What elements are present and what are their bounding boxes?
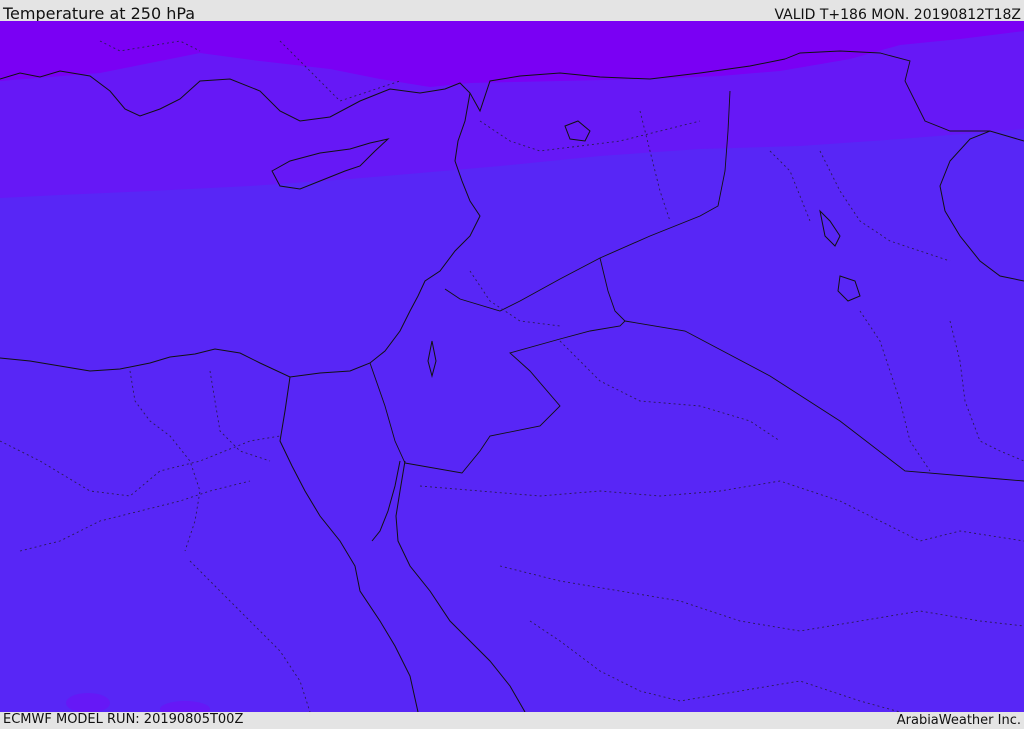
model-run-label: ECMWF MODEL RUN: 20190805T00Z [3, 712, 244, 727]
temperature-map[interactable] [0, 21, 1024, 712]
header-bar: Temperature at 250 hPa VALID T+186 MON. … [0, 0, 1024, 23]
credit-label: ArabiaWeather Inc. [896, 713, 1021, 728]
footer-bar: ECMWF MODEL RUN: 20190805T00Z ArabiaWeat… [0, 712, 1024, 729]
